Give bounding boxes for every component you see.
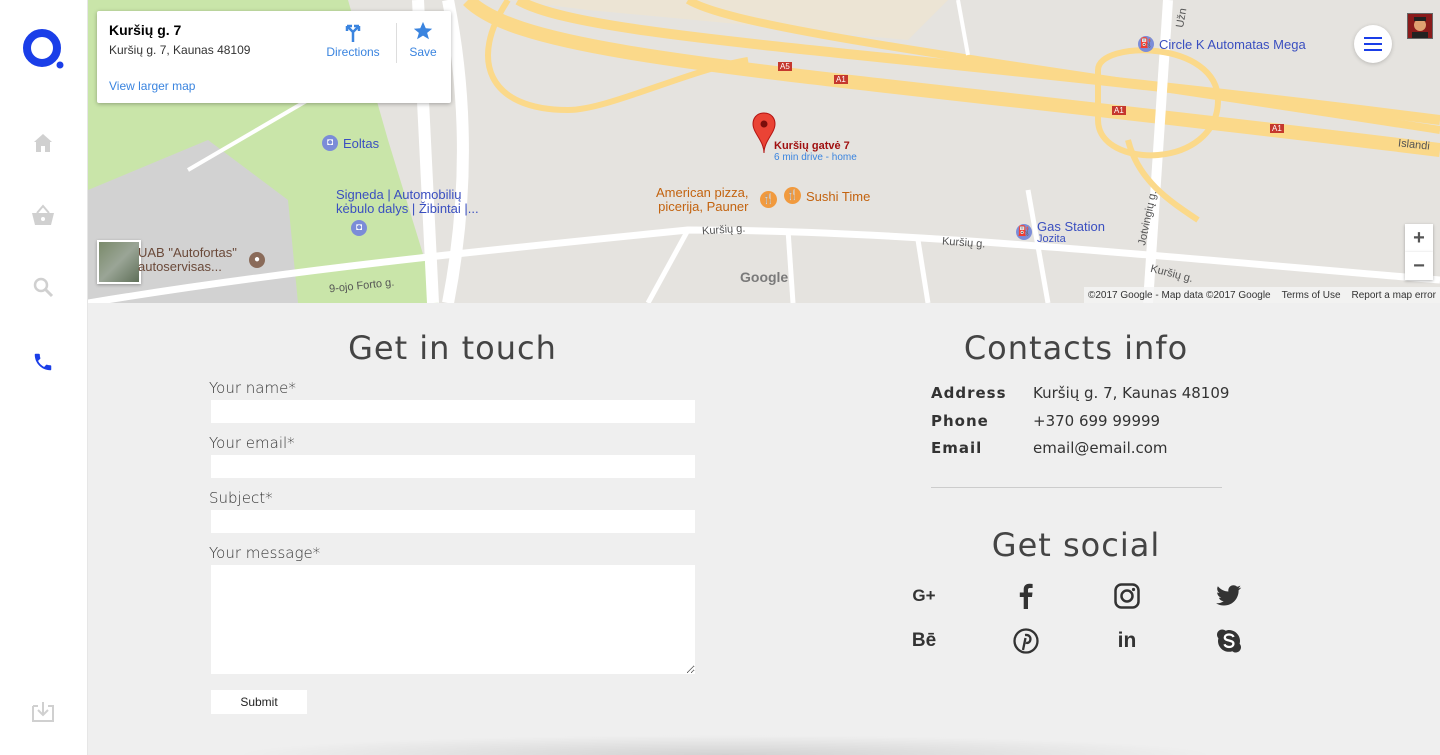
place-address: Kuršių g. 7, Kaunas 48109 (109, 43, 251, 57)
place-card: Kuršių g. 7 Kuršių g. 7, Kaunas 48109 Vi… (97, 11, 451, 103)
poi-sushi-time[interactable]: Sushi Time (806, 189, 870, 204)
highway-shield: A1 (1112, 106, 1126, 115)
behance-icon[interactable]: Bē (908, 625, 940, 657)
directions-icon (345, 24, 361, 42)
directions-button[interactable]: Directions (326, 20, 380, 59)
marker-subtitle: 6 min drive - home (774, 152, 857, 163)
instagram-icon[interactable] (1111, 580, 1143, 612)
report-error-link[interactable]: Report a map error (1352, 290, 1436, 301)
name-field[interactable] (211, 400, 695, 423)
email-field[interactable] (211, 455, 695, 478)
view-larger-map-link[interactable]: View larger map (109, 79, 195, 93)
highway-shield: A5 (778, 62, 792, 71)
service-icon: ● (249, 252, 265, 268)
street-view-thumbnail[interactable] (97, 240, 141, 284)
zoom-in-button[interactable]: + (1405, 224, 1433, 252)
address-value: Kuršių g. 7, Kaunas 48109 (1033, 384, 1230, 402)
poi-american-pizza[interactable]: American pizza, picerija, Pauner (656, 186, 748, 214)
twitter-icon[interactable] (1213, 580, 1245, 612)
menu-button[interactable] (1354, 25, 1392, 63)
card-divider (396, 23, 397, 63)
shopping-bag-icon: ◘ (351, 220, 367, 236)
directions-label: Directions (326, 45, 380, 59)
save-label: Save (409, 45, 437, 59)
terms-link[interactable]: Terms of Use (1282, 290, 1341, 301)
download-icon[interactable] (28, 697, 58, 727)
form-heading: Get in touch (348, 329, 557, 367)
poi-signeda[interactable]: Signeda | Automobilių kėbulo dalys | Žib… (336, 188, 479, 216)
save-button[interactable]: Save (405, 20, 441, 59)
poi-eoltas[interactable]: Eoltas (343, 136, 379, 151)
contacts-divider (931, 487, 1222, 488)
highway-shield: A1 (834, 75, 848, 84)
logo-icon[interactable] (22, 28, 64, 70)
message-label: Your message* (209, 544, 321, 562)
poi-autofortas[interactable]: UAB "Autofortas" autoservisas... (138, 246, 237, 274)
restaurant-icon: 🍴 (760, 191, 777, 208)
gas-pump-icon: ⛽ (1016, 224, 1032, 240)
subject-field[interactable] (211, 510, 695, 533)
home-icon[interactable] (28, 128, 58, 158)
email-value[interactable]: email@email.com (1033, 439, 1168, 457)
hamburger-icon (1364, 37, 1382, 51)
shopping-bag-icon: ◘ (322, 135, 338, 151)
address-key: Address (931, 384, 1007, 402)
marker-title: Kuršių gatvė 7 (774, 140, 850, 152)
map-copyright: ©2017 Google - Map data ©2017 Google (1087, 289, 1271, 301)
phone-key: Phone (931, 412, 989, 430)
contacts-heading: Contacts info (963, 329, 1189, 367)
message-field[interactable] (211, 565, 695, 674)
highway-shield: A1 (1270, 124, 1284, 133)
poi-gas-station-sub: Jozita (1037, 233, 1066, 245)
restaurant-icon: 🍴 (784, 187, 801, 204)
basket-icon[interactable] (28, 201, 58, 231)
bottom-shadow (230, 735, 1220, 755)
search-icon[interactable] (28, 272, 58, 302)
skype-icon[interactable] (1213, 625, 1245, 657)
place-title: Kuršių g. 7 (109, 22, 182, 38)
gas-pump-icon: ⛽ (1138, 36, 1154, 52)
google-plus-icon[interactable]: G+ (908, 580, 940, 612)
zoom-out-button[interactable]: − (1405, 252, 1433, 280)
phone-value[interactable]: +370 699 99999 (1033, 412, 1160, 430)
poi-circle-k[interactable]: Circle K Automatas Mega (1159, 37, 1306, 52)
sidebar (0, 0, 88, 755)
star-icon (413, 21, 433, 40)
submit-button[interactable]: Submit (211, 690, 307, 714)
email-label: Your email* (209, 434, 295, 452)
email-key: Email (931, 439, 983, 457)
avatar[interactable] (1407, 13, 1433, 39)
name-label: Your name* (209, 379, 296, 397)
subject-label: Subject* (209, 489, 273, 507)
linkedin-icon[interactable]: in (1111, 625, 1143, 657)
google-logo[interactable]: Google (740, 269, 788, 285)
social-heading: Get social (991, 526, 1161, 564)
phone-icon[interactable] (28, 347, 58, 377)
pinterest-icon[interactable] (1010, 625, 1042, 657)
facebook-icon[interactable] (1010, 580, 1042, 612)
poi-gas-station[interactable]: Gas Station (1037, 219, 1105, 234)
map-footer: ©2017 Google - Map data ©2017 Google Ter… (1083, 287, 1440, 303)
